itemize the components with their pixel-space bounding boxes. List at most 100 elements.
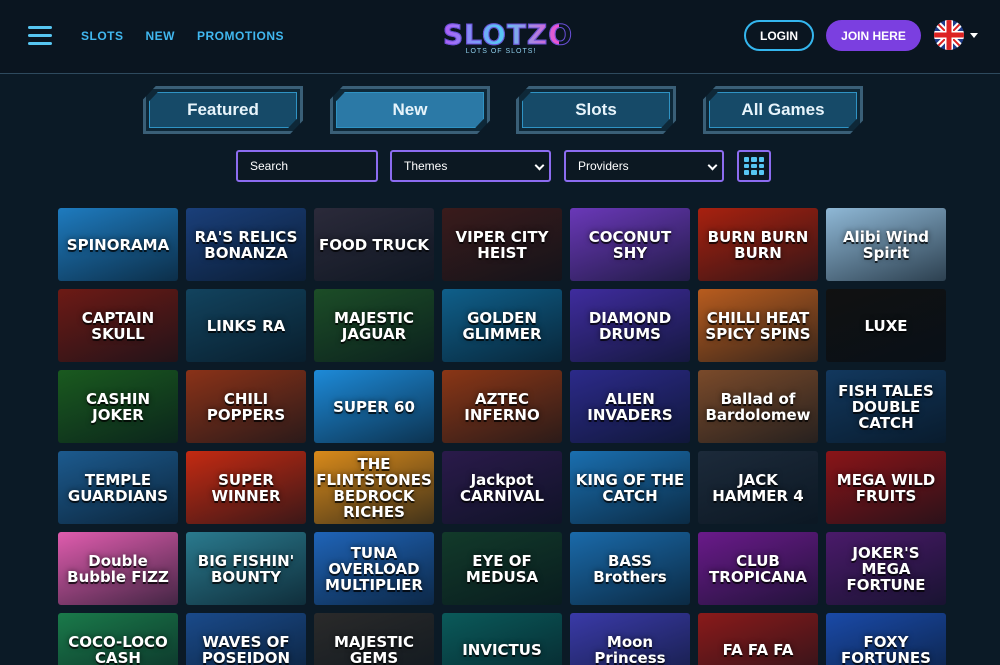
tab-label: All Games	[741, 100, 825, 119]
game-tile[interactable]: BASS Brothers	[570, 532, 690, 605]
nav-slots[interactable]: SLOTS	[81, 29, 124, 43]
game-tile[interactable]: MAJESTIC GEMS	[314, 613, 434, 665]
game-title: FOXY FORTUNES	[841, 632, 931, 665]
game-tile[interactable]: BURN BURN BURN	[698, 208, 818, 281]
game-tile[interactable]: RA'S RELICS BONANZA	[186, 208, 306, 281]
game-title: BURN BURN BURN	[707, 227, 809, 262]
game-tile[interactable]: CLUB TROPICANA	[698, 532, 818, 605]
themes-select[interactable]: Themes	[390, 150, 551, 182]
nav-promotions[interactable]: PROMOTIONS	[197, 29, 284, 43]
game-title: LINKS RA	[206, 316, 286, 335]
providers-select[interactable]: Providers	[564, 150, 724, 182]
game-tile[interactable]: INVICTUS	[442, 613, 562, 665]
game-tile[interactable]: LINKS RA	[186, 289, 306, 362]
game-tile[interactable]: DIAMOND DRUMS	[570, 289, 690, 362]
game-title: MEGA WILD FRUITS	[836, 470, 936, 505]
game-title: SUPER WINNER	[211, 470, 281, 505]
chevron-down-icon	[707, 160, 718, 171]
game-tile[interactable]: GOLDEN GLIMMER	[442, 289, 562, 362]
game-title: FA FA FA	[722, 640, 794, 659]
uk-flag-icon	[934, 20, 964, 50]
game-tile[interactable]: MEGA WILD FRUITS	[826, 451, 946, 524]
game-tile[interactable]: SUPER 60	[314, 370, 434, 443]
game-tile[interactable]: CASHIN JOKER	[58, 370, 178, 443]
login-button[interactable]: LOGIN	[744, 20, 814, 51]
game-title: WAVES OF POSEIDON	[201, 632, 291, 665]
game-title: VIPER CITY HEIST	[455, 227, 549, 262]
search-placeholder: Search	[250, 159, 289, 173]
game-title: DIAMOND DRUMS	[588, 308, 672, 343]
game-title: INVICTUS	[462, 640, 542, 659]
game-tile[interactable]: COCONUT SHY	[570, 208, 690, 281]
game-tile[interactable]: AZTEC INFERNO	[442, 370, 562, 443]
game-tile[interactable]: VIPER CITY HEIST	[442, 208, 562, 281]
game-title: TUNA OVERLOAD MULTIPLIER	[325, 543, 423, 594]
game-title: COCONUT SHY	[588, 227, 672, 262]
game-tile[interactable]: Jackpot CARNIVAL	[442, 451, 562, 524]
game-tile[interactable]: TEMPLE GUARDIANS	[58, 451, 178, 524]
nav-new[interactable]: NEW	[146, 29, 176, 43]
chevron-down-icon	[534, 160, 545, 171]
game-title: CLUB TROPICANA	[709, 551, 807, 586]
game-title: RA'S RELICS BONANZA	[194, 227, 298, 262]
game-tile[interactable]: JOKER'S MEGA FORTUNE	[826, 532, 946, 605]
game-tile[interactable]: Ballad of Bardolomew	[698, 370, 818, 443]
game-title: CAPTAIN SKULL	[81, 308, 155, 343]
game-title: MAJESTIC GEMS	[334, 632, 414, 665]
game-title: CHILLI HEAT SPICY SPINS	[705, 308, 811, 343]
game-title: Double Bubble FIZZ	[67, 551, 169, 586]
game-tile[interactable]: THE FLINTSTONES BEDROCK RICHES	[314, 451, 434, 524]
logo-text: SLOTZO	[443, 18, 574, 51]
chevron-down-icon	[970, 33, 978, 38]
game-title: Jackpot CARNIVAL	[459, 470, 545, 505]
language-selector[interactable]	[934, 20, 978, 50]
game-title: SUPER 60	[333, 397, 415, 416]
game-title: Ballad of Bardolomew	[705, 389, 811, 424]
game-title: COCO-LOCO CASH	[68, 632, 168, 665]
game-title: THE FLINTSTONES BEDROCK RICHES	[316, 454, 432, 521]
game-tile[interactable]: LUXE	[826, 289, 946, 362]
game-tile[interactable]: Moon Princess	[570, 613, 690, 665]
game-tile[interactable]: FISH TALES DOUBLE CATCH	[826, 370, 946, 443]
game-tile[interactable]: FA FA FA	[698, 613, 818, 665]
menu-icon[interactable]	[28, 26, 52, 46]
game-tile[interactable]: CHILLI HEAT SPICY SPINS	[698, 289, 818, 362]
site-header: SLOTS NEW PROMOTIONS SLOTZO LOTS OF SLOT…	[0, 0, 1000, 74]
game-tile[interactable]: CAPTAIN SKULL	[58, 289, 178, 362]
game-tile[interactable]: COCO-LOCO CASH	[58, 613, 178, 665]
game-title: JACK HAMMER 4	[712, 470, 804, 505]
game-tile[interactable]: BIG FISHIN' BOUNTY	[186, 532, 306, 605]
game-tile[interactable]: Alibi Wind Spirit	[826, 208, 946, 281]
game-tile[interactable]: MAJESTIC JAGUAR	[314, 289, 434, 362]
game-tile[interactable]: FOOD TRUCK	[314, 208, 434, 281]
grid-view-icon[interactable]	[737, 150, 771, 182]
game-title: MAJESTIC JAGUAR	[334, 308, 414, 343]
tab-new[interactable]: New	[330, 86, 490, 134]
join-button[interactable]: JOIN HERE	[826, 20, 921, 51]
logo[interactable]: SLOTZO LOTS OF SLOTS!	[443, 18, 574, 55]
game-tile[interactable]: EYE OF MEDUSA	[442, 532, 562, 605]
game-title: SPINORAMA	[66, 235, 170, 254]
game-tile[interactable]: WAVES OF POSEIDON	[186, 613, 306, 665]
game-tile[interactable]: KING OF THE CATCH	[570, 451, 690, 524]
game-tile[interactable]: JACK HAMMER 4	[698, 451, 818, 524]
game-tile[interactable]: ALIEN INVADERS	[570, 370, 690, 443]
tab-label: New	[392, 100, 428, 119]
game-title: KING OF THE CATCH	[575, 470, 685, 505]
search-input[interactable]: Search	[236, 150, 378, 182]
tab-label: Slots	[575, 100, 617, 119]
game-tile[interactable]: FOXY FORTUNES	[826, 613, 946, 665]
game-tile[interactable]: CHILI POPPERS	[186, 370, 306, 443]
game-tile[interactable]: Double Bubble FIZZ	[58, 532, 178, 605]
game-tile[interactable]: SPINORAMA	[58, 208, 178, 281]
tab-all-games[interactable]: All Games	[703, 86, 863, 134]
game-title: CHILI POPPERS	[206, 389, 286, 424]
tab-featured[interactable]: Featured	[143, 86, 303, 134]
game-tile[interactable]: TUNA OVERLOAD MULTIPLIER	[314, 532, 434, 605]
game-tile[interactable]: SUPER WINNER	[186, 451, 306, 524]
game-title: FISH TALES DOUBLE CATCH	[838, 381, 934, 432]
game-title: TEMPLE GUARDIANS	[67, 470, 169, 505]
main-nav: SLOTS NEW PROMOTIONS	[81, 29, 284, 43]
games-grid: SPINORAMA RA'S RELICS BONANZA FOOD TRUCK VI…	[58, 208, 948, 665]
tab-slots[interactable]: Slots	[516, 86, 676, 134]
